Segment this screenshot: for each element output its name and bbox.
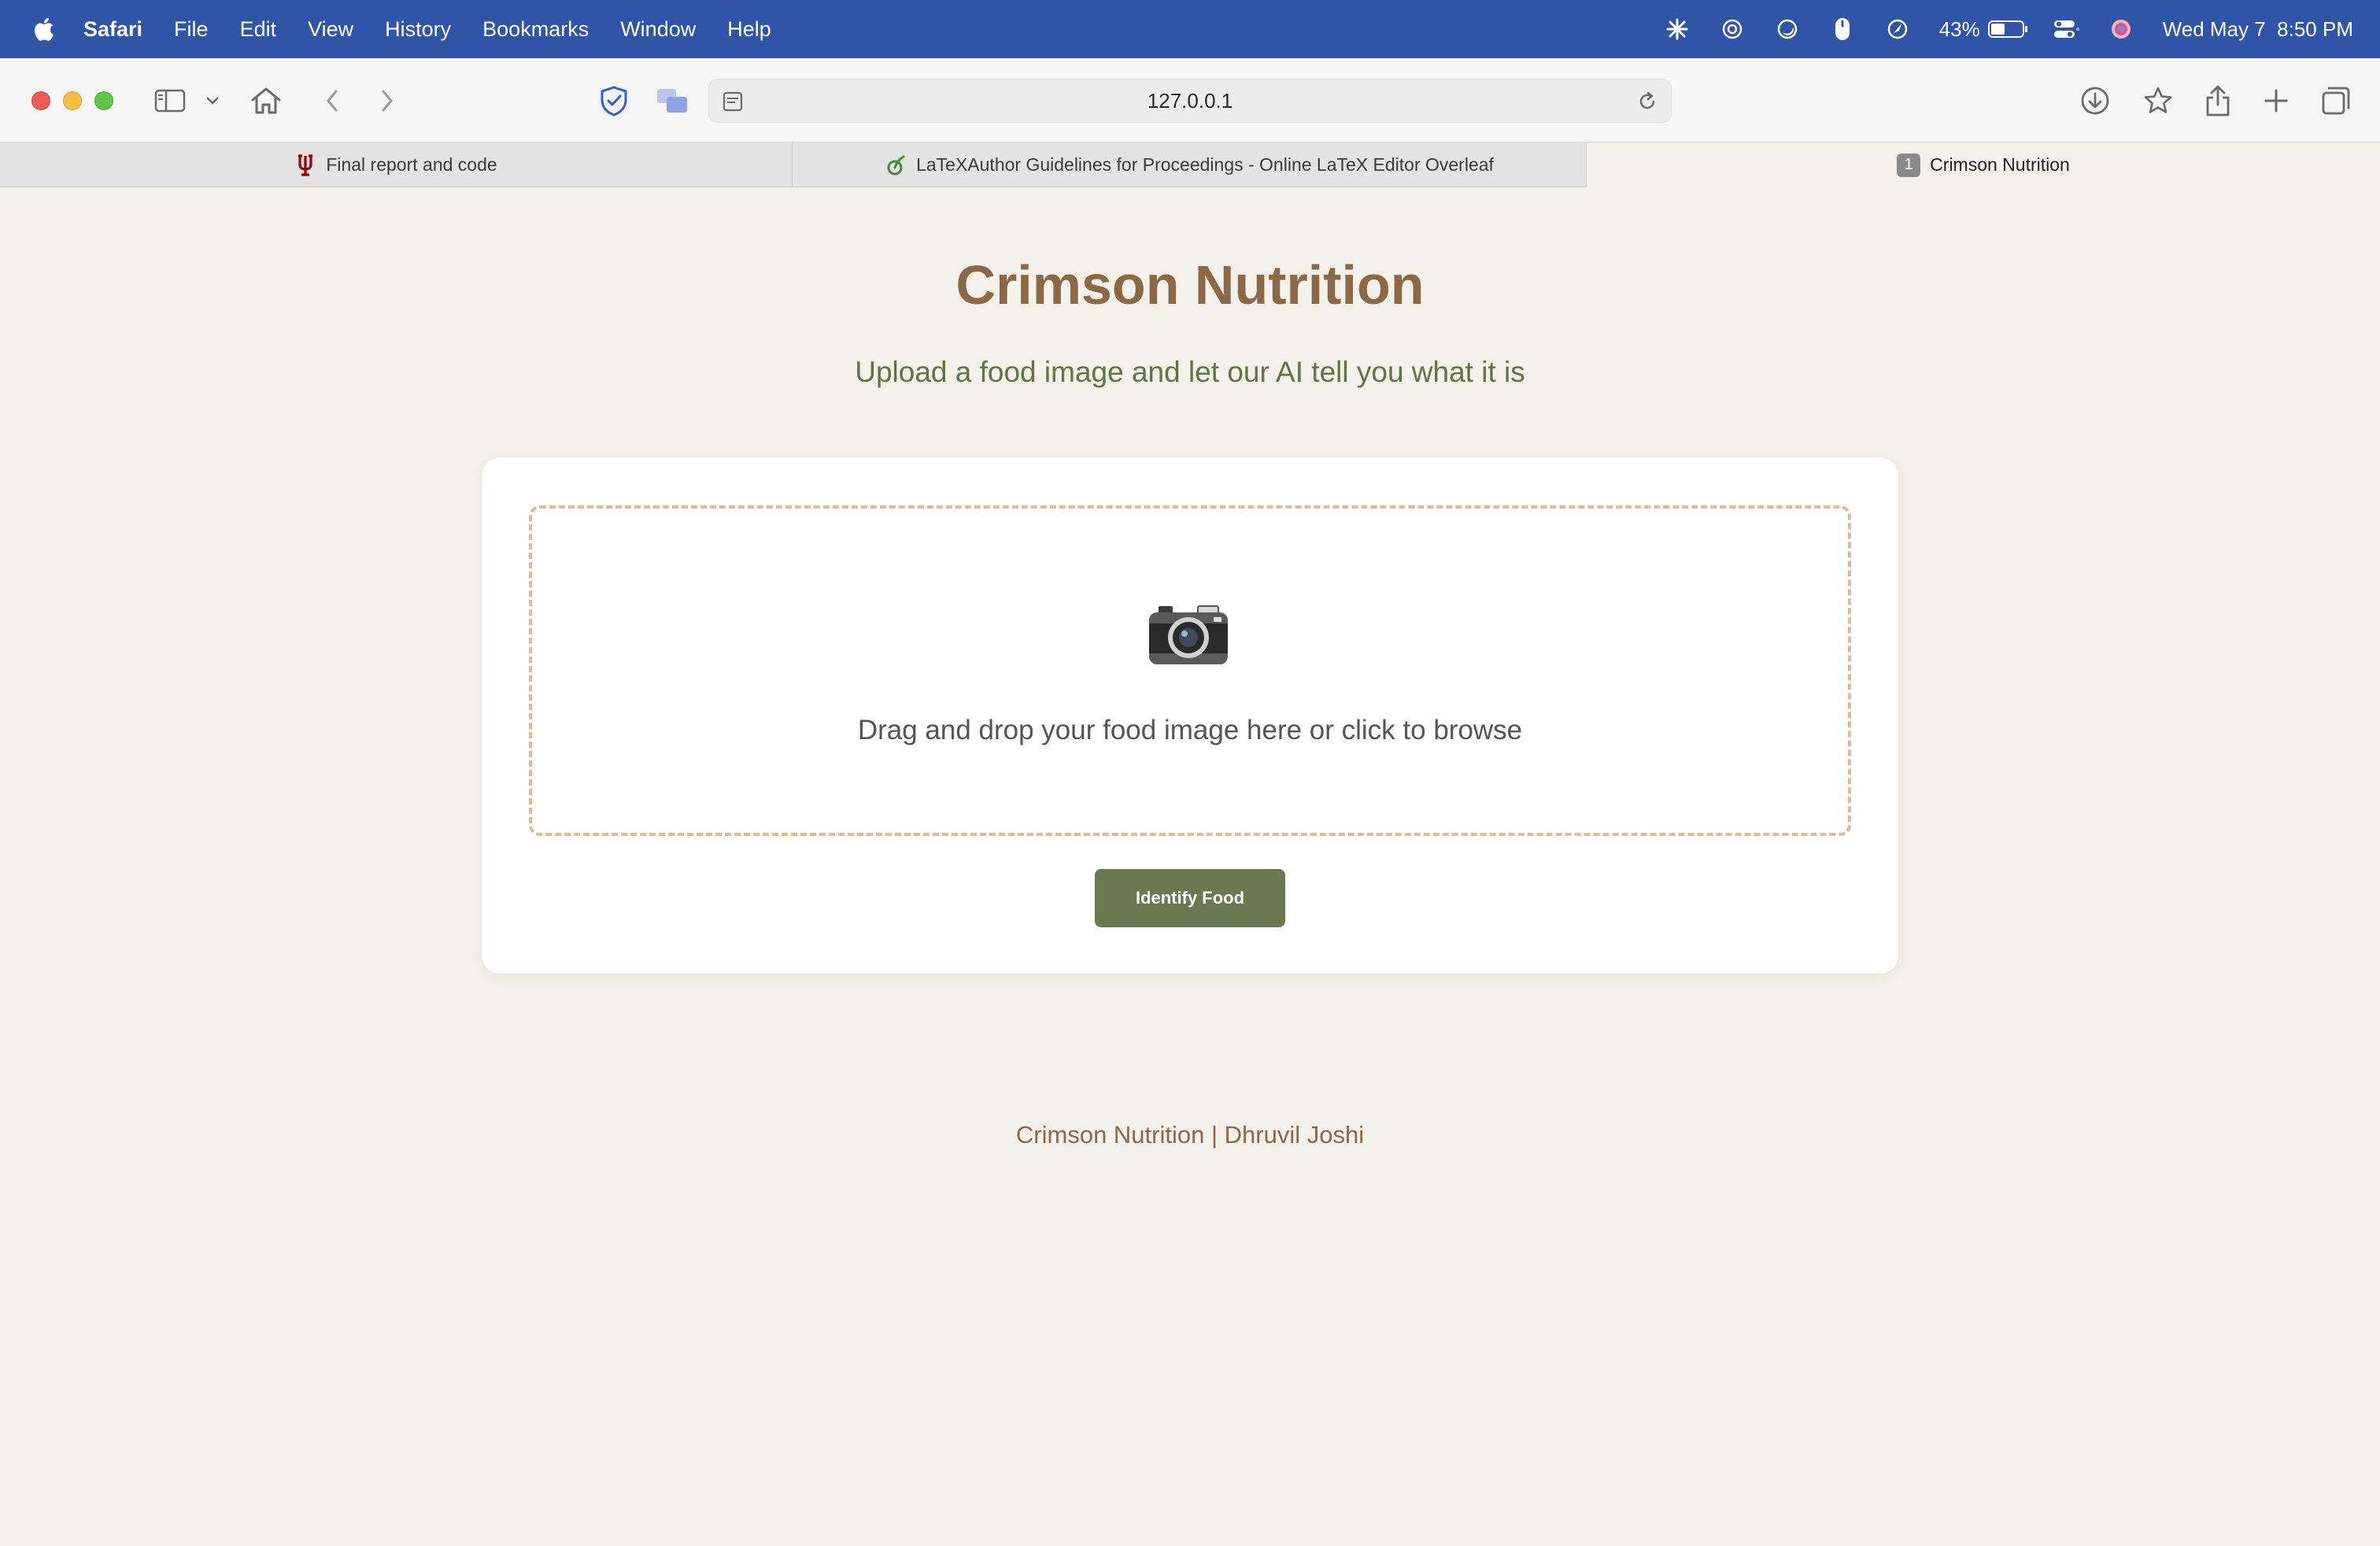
battery-percent: 43%: [1938, 17, 1980, 41]
mouse-icon[interactable]: [1829, 16, 1856, 43]
chevron-down-icon[interactable]: [200, 82, 225, 120]
menu-help[interactable]: Help: [727, 17, 771, 42]
page-title: Crimson Nutrition: [955, 254, 1425, 316]
dropzone-text: Drag and drop your food image here or cl…: [857, 715, 1523, 745]
tab-final-report[interactable]: Final report and code: [0, 142, 793, 187]
window-maximize-button[interactable]: [94, 91, 113, 110]
perplexity-icon[interactable]: [1664, 16, 1691, 43]
numbered-tab-icon: 1: [1897, 153, 1921, 177]
identify-food-button[interactable]: Identify Food: [1095, 869, 1285, 927]
chatgpt-icon[interactable]: [1719, 16, 1746, 43]
window-minimize-button[interactable]: [63, 91, 82, 110]
focus-icon[interactable]: [1774, 16, 1801, 43]
menu-file[interactable]: File: [174, 17, 209, 42]
menu-bar: Safari File Edit View History Bookmarks …: [0, 0, 2380, 58]
tab-label: Crimson Nutrition: [1930, 154, 2070, 175]
bookmark-star-icon[interactable]: [2139, 82, 2177, 120]
new-tab-icon[interactable]: [2257, 82, 2295, 120]
privacy-shield-icon[interactable]: [595, 82, 633, 120]
tab-label: LaTeXAuthor Guidelines for Proceedings -…: [916, 154, 1494, 175]
control-center-icon[interactable]: [2053, 16, 2079, 43]
share-icon[interactable]: [2199, 82, 2237, 120]
tab-bar: Final report and code LaTeXAuthor Guidel…: [0, 142, 2380, 187]
overleaf-icon: [885, 154, 907, 176]
clock[interactable]: Wed May 7 8:50 PM: [2163, 17, 2353, 42]
url-text[interactable]: 127.0.0.1: [1148, 89, 1232, 113]
window-close-button[interactable]: [31, 91, 50, 110]
download-icon[interactable]: [2076, 82, 2114, 120]
upload-card: Drag and drop your food image here or cl…: [482, 457, 1898, 974]
home-icon[interactable]: [247, 82, 285, 120]
siri-icon[interactable]: [2108, 16, 2134, 43]
reader-icon[interactable]: [720, 89, 745, 114]
menu-edit[interactable]: Edit: [240, 17, 277, 42]
sidebar-icon[interactable]: [151, 82, 189, 120]
tab-overleaf[interactable]: LaTeXAuthor Guidelines for Proceedings -…: [793, 142, 1587, 187]
menu-history[interactable]: History: [385, 17, 451, 42]
apple-menu-icon[interactable]: [31, 16, 55, 43]
battery-icon: [1987, 20, 2027, 38]
tab-crimson-nutrition[interactable]: 1 Crimson Nutrition: [1587, 142, 2380, 187]
iu-trident-icon: [294, 153, 316, 176]
tab-label: Final report and code: [326, 154, 497, 175]
menu-view[interactable]: View: [308, 17, 353, 42]
menu-app-safari[interactable]: Safari: [83, 17, 142, 42]
translate-icon[interactable]: [653, 82, 691, 120]
status-area: 43% Wed May 7 8:50 PM: [1664, 0, 2353, 58]
forward-icon[interactable]: [368, 82, 406, 120]
spotlight-icon[interactable]: [1884, 16, 1911, 43]
page-subtitle: Upload a food image and let our AI tell …: [855, 356, 1525, 388]
battery-indicator[interactable]: 43%: [1938, 17, 2027, 42]
reload-icon[interactable]: [1635, 89, 1660, 114]
address-bar[interactable]: 127.0.0.1: [708, 79, 1672, 123]
tab-overview-icon[interactable]: [2317, 82, 2355, 120]
footer-text: Crimson Nutrition | Dhruvil Joshi: [1015, 1121, 1365, 1148]
menu-window[interactable]: Window: [620, 17, 696, 42]
camera-icon: [1148, 603, 1229, 668]
back-icon[interactable]: [313, 82, 351, 120]
menu-bookmarks[interactable]: Bookmarks: [482, 17, 589, 42]
image-dropzone[interactable]: Drag and drop your food image here or cl…: [529, 505, 1851, 836]
